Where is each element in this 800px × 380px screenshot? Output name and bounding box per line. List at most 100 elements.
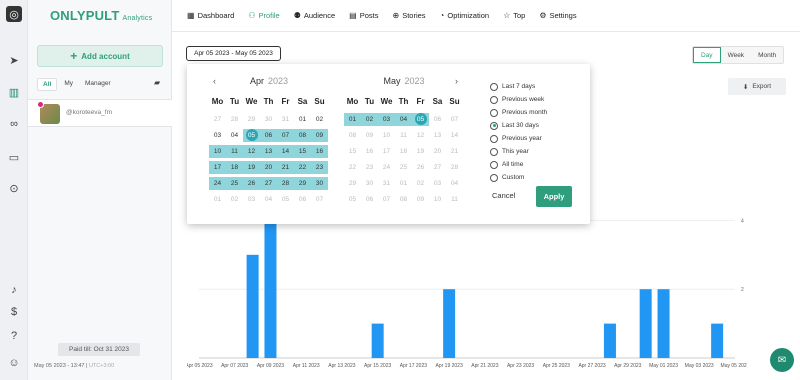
link-icon[interactable]: ∞: [6, 116, 22, 132]
day-cell[interactable]: 13: [260, 144, 277, 158]
add-account-button[interactable]: + Add account: [37, 45, 163, 67]
day-cell[interactable]: 16: [361, 145, 378, 158]
user-icon[interactable]: ☺: [6, 355, 22, 371]
day-cell[interactable]: 19: [412, 145, 429, 158]
radio-icon[interactable]: [490, 147, 498, 156]
preset-option[interactable]: Previous month: [490, 106, 547, 119]
day-cell[interactable]: 01: [209, 193, 226, 206]
day-cell[interactable]: 26: [412, 161, 429, 174]
day-cell[interactable]: 30: [311, 176, 328, 190]
tab-top[interactable]: ☆ Top: [503, 0, 525, 32]
preset-option[interactable]: Previous year: [490, 132, 547, 145]
day-cell[interactable]: 29: [294, 176, 311, 190]
day-cell[interactable]: 25: [226, 176, 243, 190]
day-cell[interactable]: 01: [395, 177, 412, 190]
day-cell[interactable]: 30: [260, 113, 277, 126]
day-cell[interactable]: 09: [361, 129, 378, 142]
day-cell[interactable]: 21: [446, 145, 463, 158]
day-cell[interactable]: 06: [260, 128, 277, 142]
send-icon[interactable]: ➤: [6, 52, 22, 68]
chat-icon[interactable]: ✉: [770, 348, 794, 372]
day-cell[interactable]: 07: [311, 193, 328, 206]
day-cell[interactable]: 02: [361, 112, 378, 126]
day-cell[interactable]: 18: [395, 145, 412, 158]
day-cell[interactable]: 04: [260, 193, 277, 206]
day-cell[interactable]: 10: [429, 193, 446, 206]
day-cell[interactable]: 31: [378, 177, 395, 190]
day-cell[interactable]: 08: [395, 193, 412, 206]
help-icon[interactable]: ?: [6, 328, 22, 344]
day-cell[interactable]: 09: [412, 193, 429, 206]
day-cell[interactable]: 11: [226, 144, 243, 158]
day-cell[interactable]: 09: [311, 128, 328, 142]
day-cell[interactable]: 22: [294, 160, 311, 174]
filter-my[interactable]: My: [59, 78, 78, 91]
day-cell[interactable]: 29: [243, 113, 260, 126]
day-cell[interactable]: 04: [226, 129, 243, 142]
day-cell[interactable]: 03: [209, 129, 226, 142]
radio-icon[interactable]: [490, 160, 498, 169]
day-cell[interactable]: 03: [243, 193, 260, 206]
next-month-icon[interactable]: ›: [455, 76, 458, 86]
preset-option[interactable]: This year: [490, 145, 547, 158]
period-week[interactable]: Week: [720, 47, 752, 63]
day-cell[interactable]: 15: [344, 145, 361, 158]
tab-stories[interactable]: ⊕ Stories: [392, 0, 425, 32]
radio-icon[interactable]: [490, 108, 498, 117]
tab-dashboard[interactable]: ▦ Dashboard: [187, 0, 234, 32]
day-cell[interactable]: 11: [395, 129, 412, 142]
preset-option[interactable]: All time: [490, 158, 547, 171]
day-cell[interactable]: 25: [395, 161, 412, 174]
day-cell[interactable]: 27: [429, 161, 446, 174]
bar[interactable]: [264, 220, 277, 358]
day-cell[interactable]: 24: [378, 161, 395, 174]
cancel-button[interactable]: Cancel: [492, 191, 515, 200]
day-cell[interactable]: 27: [260, 176, 277, 190]
day-cell[interactable]: 14: [446, 129, 463, 142]
day-cell[interactable]: 08: [294, 128, 311, 142]
day-cell[interactable]: 15: [294, 144, 311, 158]
preset-option[interactable]: Custom: [490, 171, 547, 184]
day-cell[interactable]: 10: [378, 129, 395, 142]
day-cell[interactable]: 28: [226, 113, 243, 126]
day-cell[interactable]: 16: [311, 144, 328, 158]
export-button[interactable]: ⬇ Export: [728, 78, 786, 95]
day-cell[interactable]: 07: [277, 128, 294, 142]
period-month[interactable]: Month: [751, 47, 784, 63]
day-cell[interactable]: 10: [209, 144, 226, 158]
day-cell[interactable]: 08: [344, 129, 361, 142]
tab-settings[interactable]: ⚙ Settings: [539, 0, 576, 32]
day-cell[interactable]: 19: [243, 160, 260, 174]
account-item[interactable]: @koroteeva_fm: [28, 99, 172, 127]
day-cell[interactable]: 01: [344, 112, 361, 126]
day-cell[interactable]: 07: [446, 113, 463, 126]
apply-button[interactable]: Apply: [536, 186, 572, 207]
day-cell[interactable]: 31: [277, 113, 294, 126]
bar[interactable]: [711, 323, 724, 358]
bar[interactable]: [657, 289, 670, 358]
day-cell[interactable]: 05: [243, 128, 260, 142]
day-cell[interactable]: 05: [412, 112, 429, 126]
day-cell[interactable]: 05: [277, 193, 294, 206]
day-cell[interactable]: 26: [243, 176, 260, 190]
day-cell[interactable]: 02: [412, 177, 429, 190]
day-cell[interactable]: 12: [243, 144, 260, 158]
preset-option[interactable]: Last 7 days: [490, 80, 547, 93]
radio-icon[interactable]: [490, 121, 498, 130]
day-cell[interactable]: 23: [311, 160, 328, 174]
day-cell[interactable]: 02: [226, 193, 243, 206]
tab-posts[interactable]: ▤ Posts: [349, 0, 378, 32]
preset-option[interactable]: Last 30 days: [490, 119, 547, 132]
day-cell[interactable]: 03: [378, 112, 395, 126]
filter-all[interactable]: All: [37, 78, 58, 91]
add-folder-icon[interactable]: ▰: [154, 78, 160, 87]
date-range-picker[interactable]: Apr 05 2023 - May 05 2023: [186, 46, 281, 61]
day-cell[interactable]: 30: [361, 177, 378, 190]
day-cell[interactable]: 17: [378, 145, 395, 158]
dollar-icon[interactable]: $: [6, 304, 22, 320]
day-cell[interactable]: 22: [344, 161, 361, 174]
day-cell[interactable]: 06: [294, 193, 311, 206]
day-cell[interactable]: 04: [446, 177, 463, 190]
day-cell[interactable]: 05: [344, 193, 361, 206]
day-cell[interactable]: 27: [209, 113, 226, 126]
